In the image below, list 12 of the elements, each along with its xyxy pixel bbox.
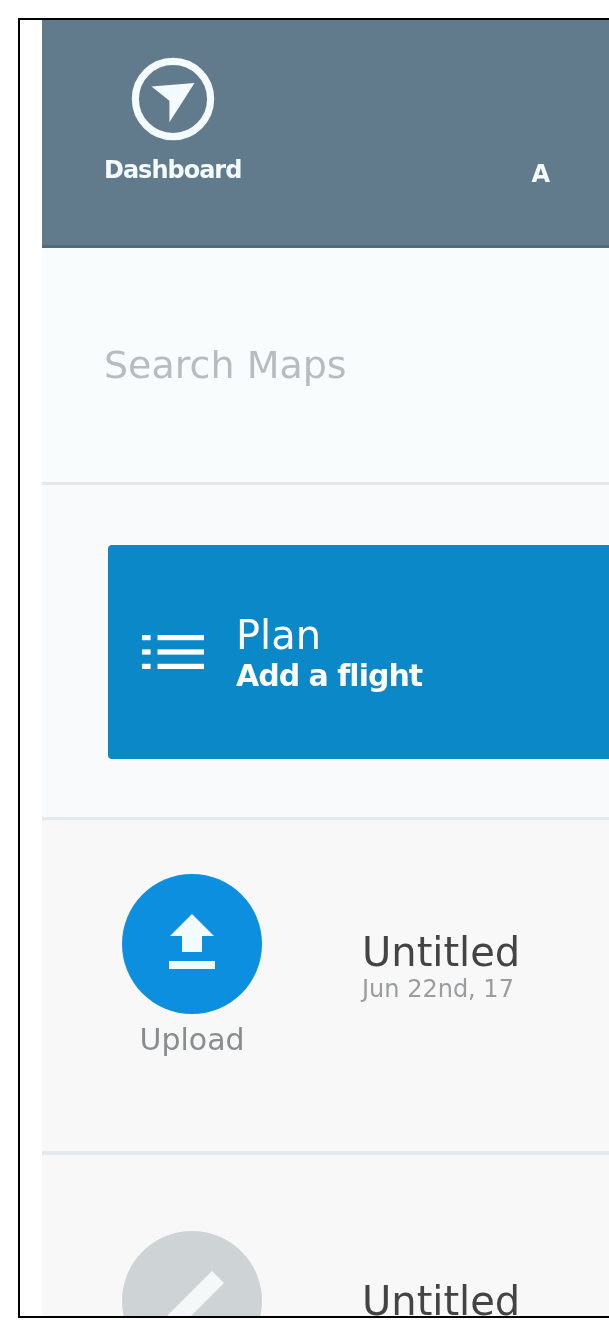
- nav-tab[interactable]: Dashboard: [104, 156, 242, 184]
- nav-tab[interactable]: A: [531, 160, 549, 188]
- upload-label: Upload: [139, 1022, 245, 1057]
- list-icon: [142, 635, 204, 669]
- plan-card[interactable]: Plan Add a flight: [108, 545, 609, 759]
- plan-subtitle: Add a flight: [236, 657, 423, 693]
- upload-icon[interactable]: [122, 874, 262, 1014]
- search-field[interactable]: Search Maps: [102, 342, 586, 388]
- map-title: Untitled: [362, 928, 521, 975]
- map-date: Jun 22nd, 17: [362, 974, 515, 1003]
- plan-title: Plan: [236, 611, 323, 658]
- map-title: Untitled: [362, 1277, 521, 1316]
